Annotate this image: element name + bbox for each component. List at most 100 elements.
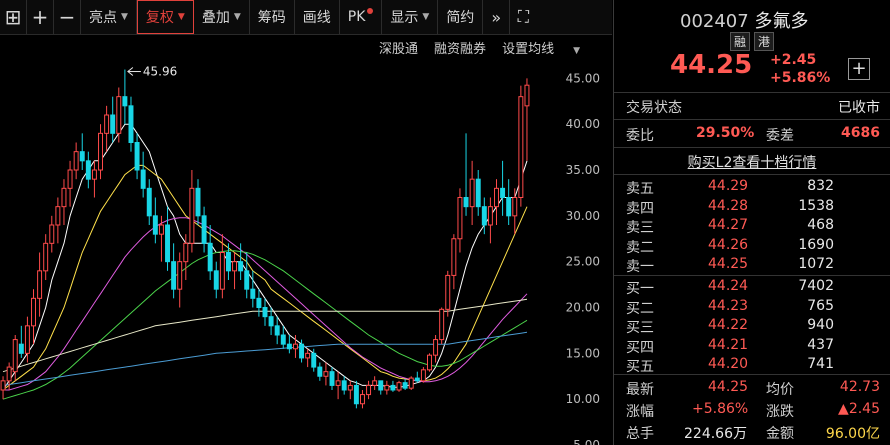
display-button[interactable]: 显示 ▼ xyxy=(382,0,439,34)
candle-down xyxy=(79,151,85,162)
ask-row[interactable]: 卖一 44.25 1072 xyxy=(614,256,890,275)
buy-l2-link[interactable]: 购买L2查看十档行情 xyxy=(614,152,890,172)
candle-up xyxy=(433,339,439,356)
bid-price: 44.20 xyxy=(708,356,749,372)
candle-up xyxy=(487,206,493,226)
draw-line-button[interactable]: 画线 xyxy=(295,0,340,34)
y-tick-label: 45.00 xyxy=(566,71,600,85)
bid-row[interactable]: 买一 44.24 7402 xyxy=(614,278,890,297)
current-price: 44.25 xyxy=(670,50,753,80)
shenzhen-connect-link[interactable]: 深股通 xyxy=(379,38,418,57)
amount-value: 96.00亿 xyxy=(825,426,880,442)
bid-row[interactable]: 买五 44.20 741 xyxy=(614,356,890,375)
candle-up xyxy=(494,187,499,208)
fullscreen-icon[interactable]: ⛶ xyxy=(510,0,536,34)
simple-button[interactable]: 简约 xyxy=(438,0,484,34)
highlight-button[interactable]: 亮点 ▼ xyxy=(81,0,137,34)
notification-dot xyxy=(367,8,374,14)
pct-value: +5.86% xyxy=(692,401,749,417)
candle-down xyxy=(165,224,171,263)
candle-down xyxy=(463,197,469,208)
candle-up xyxy=(49,224,55,244)
hk-connect-tag: 港 xyxy=(754,32,774,51)
ask-row[interactable]: 卖三 44.27 468 xyxy=(614,217,890,236)
candle-up xyxy=(408,377,414,389)
pk-button[interactable]: PK xyxy=(340,0,383,34)
ask-volume: 1690 xyxy=(798,236,834,253)
ask-row[interactable]: 卖五 44.29 832 xyxy=(614,178,890,197)
grid-icon[interactable]: ⊞ xyxy=(0,0,27,34)
candle-up xyxy=(6,366,12,382)
candle-up xyxy=(305,352,311,359)
candle-down xyxy=(85,160,91,180)
stock-code: 002407 xyxy=(680,11,749,32)
bid-row[interactable]: 买三 44.22 940 xyxy=(614,317,890,336)
candle-down xyxy=(256,297,262,308)
quote-panel: 002407 多氟多 融 港 44.25 +2.45 +5.86% + 交易状态… xyxy=(614,0,890,445)
adjust-label: 复权 xyxy=(145,10,174,26)
adjust-button[interactable]: 复权 ▼ xyxy=(136,0,194,34)
candle-up xyxy=(73,151,79,171)
divider xyxy=(614,147,890,148)
candle-down xyxy=(146,187,152,217)
y-tick-label: 40.00 xyxy=(566,117,600,131)
chevron-down-icon: ▼ xyxy=(422,12,430,22)
bid-row[interactable]: 买四 44.21 437 xyxy=(614,337,890,356)
forward-icon[interactable]: » xyxy=(483,0,511,34)
candle-down xyxy=(140,169,146,189)
highlight-label: 亮点 xyxy=(89,10,117,26)
overlay-button[interactable]: 叠加 ▼ xyxy=(194,0,250,34)
chevron-down-icon: ▼ xyxy=(177,12,185,22)
candle-down xyxy=(18,343,24,354)
minus-icon[interactable]: − xyxy=(54,0,81,34)
kline-chart[interactable]: 45.00 40.00 35.00 30.00 25.00 20.00 15.00 10.00… xyxy=(0,60,612,445)
avg-label: 均价 xyxy=(766,382,794,398)
candle-up xyxy=(366,384,372,396)
candle-down xyxy=(299,343,305,359)
y-tick-label: 15.00 xyxy=(566,346,600,360)
candle-down xyxy=(262,307,268,318)
candle-up xyxy=(12,339,18,373)
divider xyxy=(614,174,890,175)
add-watchlist-button[interactable]: + xyxy=(848,58,870,80)
candle-down xyxy=(171,261,177,290)
latest-value: 44.25 xyxy=(708,379,749,395)
ask-row[interactable]: 卖二 44.26 1690 xyxy=(614,237,890,256)
plus-icon[interactable]: + xyxy=(27,0,54,34)
stock-name: 多氟多 xyxy=(754,11,809,32)
ask-volume: 468 xyxy=(807,217,834,233)
chart-subbar: 深股通 融资融券 设置均线 ▼ xyxy=(0,34,612,60)
bid-volume: 7402 xyxy=(798,278,834,294)
y-tick-label: 35.00 xyxy=(566,163,600,177)
bid-volume: 437 xyxy=(807,336,834,353)
candle-down xyxy=(402,382,408,389)
ma-settings-link[interactable]: 设置均线 ▼ xyxy=(502,38,596,57)
ask-row[interactable]: 卖四 44.28 1538 xyxy=(614,198,890,217)
bid-row[interactable]: 买二 44.23 765 xyxy=(614,298,890,317)
bid-level: 买三 xyxy=(626,320,654,336)
candle-down xyxy=(195,187,201,217)
bid-diff-label: 委差 xyxy=(766,128,794,144)
chips-button[interactable]: 筹码 xyxy=(250,0,295,34)
candle-up xyxy=(439,308,445,341)
chart-toolbar: ⊞ + − 亮点 ▼ 复权 ▼ 叠加 ▼ 筹码 画线 PK 显示 ▼ 简约 » ⛶ xyxy=(0,0,612,35)
candle-down xyxy=(134,142,140,171)
candle-down xyxy=(311,352,317,368)
ma-settings-label: 设置均线 xyxy=(502,41,555,57)
bid-level: 买一 xyxy=(626,281,654,297)
candle-up xyxy=(55,206,61,226)
ask-level: 卖三 xyxy=(626,220,654,236)
candle-up xyxy=(518,96,524,199)
chevron-down-icon: ▼ xyxy=(233,12,241,22)
chevron-down-icon: ▼ xyxy=(121,12,128,22)
candle-down xyxy=(353,384,359,405)
candle-up xyxy=(512,197,518,217)
ask-price: 44.25 xyxy=(708,256,749,272)
candle-up xyxy=(37,270,43,299)
margin-trading-link[interactable]: 融资融券 xyxy=(434,38,486,57)
candle-down xyxy=(481,206,487,226)
candle-up xyxy=(335,380,341,386)
candle-down xyxy=(500,187,506,198)
candle-up xyxy=(158,224,164,235)
ma-line-5 xyxy=(2,331,528,386)
